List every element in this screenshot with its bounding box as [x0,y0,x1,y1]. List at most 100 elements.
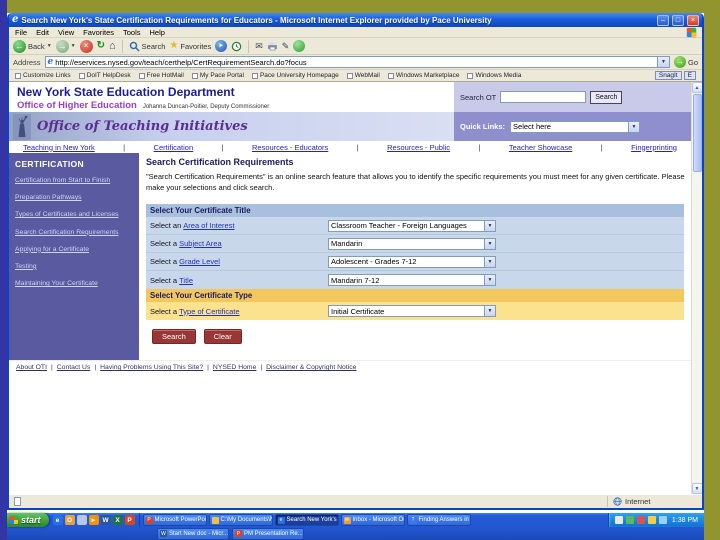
page-footer: About OTI | Contact Us | Having Problems… [9,360,691,374]
powerpoint-icon: P [235,530,242,537]
nav-teacher-showcase[interactable]: Teacher Showcase [509,143,572,152]
sidebar-item-start-to-finish[interactable]: Certification from Start to Finish [15,176,134,185]
scroll-up-button[interactable]: ▲ [691,82,702,93]
close-button[interactable]: × [687,14,699,26]
vertical-scrollbar[interactable]: ▲ ▼ [691,82,702,494]
chevron-down-icon: ▼ [484,220,495,231]
footer-about-oti[interactable]: About OTI [16,364,47,371]
link-windows-marketplace[interactable]: Windows Marketplace [387,72,459,79]
search-button[interactable]: Search [129,41,165,52]
footer-contact-us[interactable]: Contact Us [57,364,91,371]
menu-tools[interactable]: Tools [123,28,141,37]
link-webmail[interactable]: WebMail [346,72,380,79]
sidebar-item-applying[interactable]: Applying for a Certificate [15,245,134,254]
form-clear-button[interactable]: Clear [203,329,242,344]
quicklaunch-outlook-icon[interactable]: O [64,515,75,525]
address-url-field[interactable] [55,57,655,67]
antivirus-icon[interactable] [625,516,634,524]
scroll-down-button[interactable]: ▼ [691,483,702,494]
title-select[interactable]: Mandarin 7-12 ▼ [328,274,496,286]
quicklaunch-word-icon[interactable]: W [100,515,111,525]
snagit-menu-button[interactable]: E [683,71,696,80]
task-inbox-outlook[interactable]: ✉Inbox - Microsoft Out... [340,514,405,526]
network-icon[interactable] [647,516,656,524]
forward-button[interactable]: → ▼ [55,39,76,53]
snagit-button[interactable]: SnagIt [654,71,682,80]
type-of-certificate-link[interactable]: Type of Certificate [179,307,239,316]
snagit-toolbar: SnagIt E [654,71,696,80]
minimize-button[interactable]: – [657,14,669,26]
sidebar-item-preparation-pathways[interactable]: Preparation Pathways [15,193,134,202]
favorites-button[interactable]: ★ Favorites [169,41,211,51]
quicklaunch-excel-icon[interactable]: X [112,515,123,525]
menu-help[interactable]: Help [150,28,165,37]
volume-icon[interactable] [614,516,623,524]
go-button[interactable]: → Go [673,56,698,68]
footer-disclaimer[interactable]: Disclaimer & Copyright Notice [266,364,356,371]
quick-links-select[interactable]: Select here ▼ [510,120,641,133]
messenger-button[interactable] [293,40,306,52]
title-link[interactable]: Title [179,276,193,285]
menu-favorites[interactable]: Favorites [83,28,114,37]
footer-nysed-home[interactable]: NYSED Home [213,364,256,371]
area-of-interest-link[interactable]: Area of Interest [183,221,234,230]
grade-level-select[interactable]: Adolescent - Grades 7-12 ▼ [328,255,496,268]
area-of-interest-select[interactable]: Classroom Teacher - Foreign Languages ▼ [328,219,496,232]
nav-resources-educators[interactable]: Resources - Educators [252,143,328,152]
quicklaunch-powerpoint-icon[interactable]: P [124,515,135,525]
quicklaunch-show-desktop-icon[interactable] [76,515,87,525]
address-dropdown-button[interactable]: ▼ [656,57,669,67]
quicklaunch-internet-explorer-icon[interactable]: e [52,515,63,525]
nav-teaching-in-new-york[interactable]: Teaching in New York [23,143,95,152]
menu-file[interactable]: File [15,28,27,37]
link-pace-homepage[interactable]: Pace University Homepage [251,72,339,79]
sidebar-item-search-requirements[interactable]: Search Certification Requirements [15,228,134,237]
menu-edit[interactable]: Edit [36,28,49,37]
subject-area-select[interactable]: Mandarin ▼ [328,237,496,250]
media-button[interactable]: ► [215,40,228,52]
history-button[interactable] [231,41,242,52]
footer-having-problems[interactable]: Having Problems Using This Site? [100,364,203,371]
nav-fingerprinting[interactable]: Fingerprinting [631,143,677,152]
quicklaunch-media-player-icon[interactable]: ► [88,515,99,525]
link-customize-links[interactable]: Customize Links [15,72,71,79]
chevron-down-icon: ▼ [484,238,495,249]
site-search-button[interactable]: Search [590,90,623,104]
link-my-pace-portal[interactable]: My Pace Portal [191,72,244,79]
certificate-type-select[interactable]: Initial Certificate ▼ [328,305,496,317]
menu-view[interactable]: View [58,28,74,37]
back-button[interactable]: ← Back ▼ [13,39,52,53]
mail-button[interactable]: ✉ [255,41,263,51]
footer-separator: | [94,364,97,371]
link-helpdesk[interactable]: DoIT HelpDesk [78,72,131,79]
link-windows-media[interactable]: Windows Media [467,72,521,79]
messenger-status-icon[interactable] [636,516,645,524]
home-button[interactable]: ⌂ [109,40,116,52]
link-free-hotmail[interactable]: Free HotMail [138,72,184,79]
folder-icon [211,516,219,524]
sidebar-item-maintaining[interactable]: Maintaining Your Certificate [15,279,134,288]
site-search-input[interactable] [500,91,587,103]
task-search-new-york[interactable]: eSearch New York's St... [274,514,339,526]
updates-icon[interactable] [658,516,667,524]
stop-button[interactable]: × [79,39,93,53]
subject-area-link[interactable]: Subject Area [179,239,222,248]
print-button[interactable] [267,41,278,51]
task-presentation[interactable]: P PM Presentation Re... [232,527,304,540]
start-button[interactable]: start [7,513,49,527]
edit-button[interactable]: ✎ [282,41,290,51]
address-input[interactable]: e ▼ [44,56,670,68]
sidebar-item-types-of-certificates[interactable]: Types of Certificates and Licenses [15,210,134,219]
maximize-button[interactable]: □ [672,14,684,26]
nav-certification[interactable]: Certification [154,143,194,152]
task-start-new-doc[interactable]: W Start New doc - Micr... [157,527,229,540]
grade-level-link[interactable]: Grade Level [179,257,220,266]
task-finding-answers[interactable]: ?Finding Answers in th... [406,514,471,526]
sidebar-item-testing[interactable]: Testing [15,262,134,271]
refresh-button[interactable]: ↻ [97,41,105,51]
task-my-documents[interactable]: C:\My Documents\Na... [208,514,273,526]
form-search-button[interactable]: Search [152,329,196,344]
task-microsoft-powerpoint[interactable]: P Microsoft PowerPoint [142,514,207,526]
scroll-thumb[interactable] [692,94,702,172]
nav-resources-public[interactable]: Resources - Public [387,143,450,152]
